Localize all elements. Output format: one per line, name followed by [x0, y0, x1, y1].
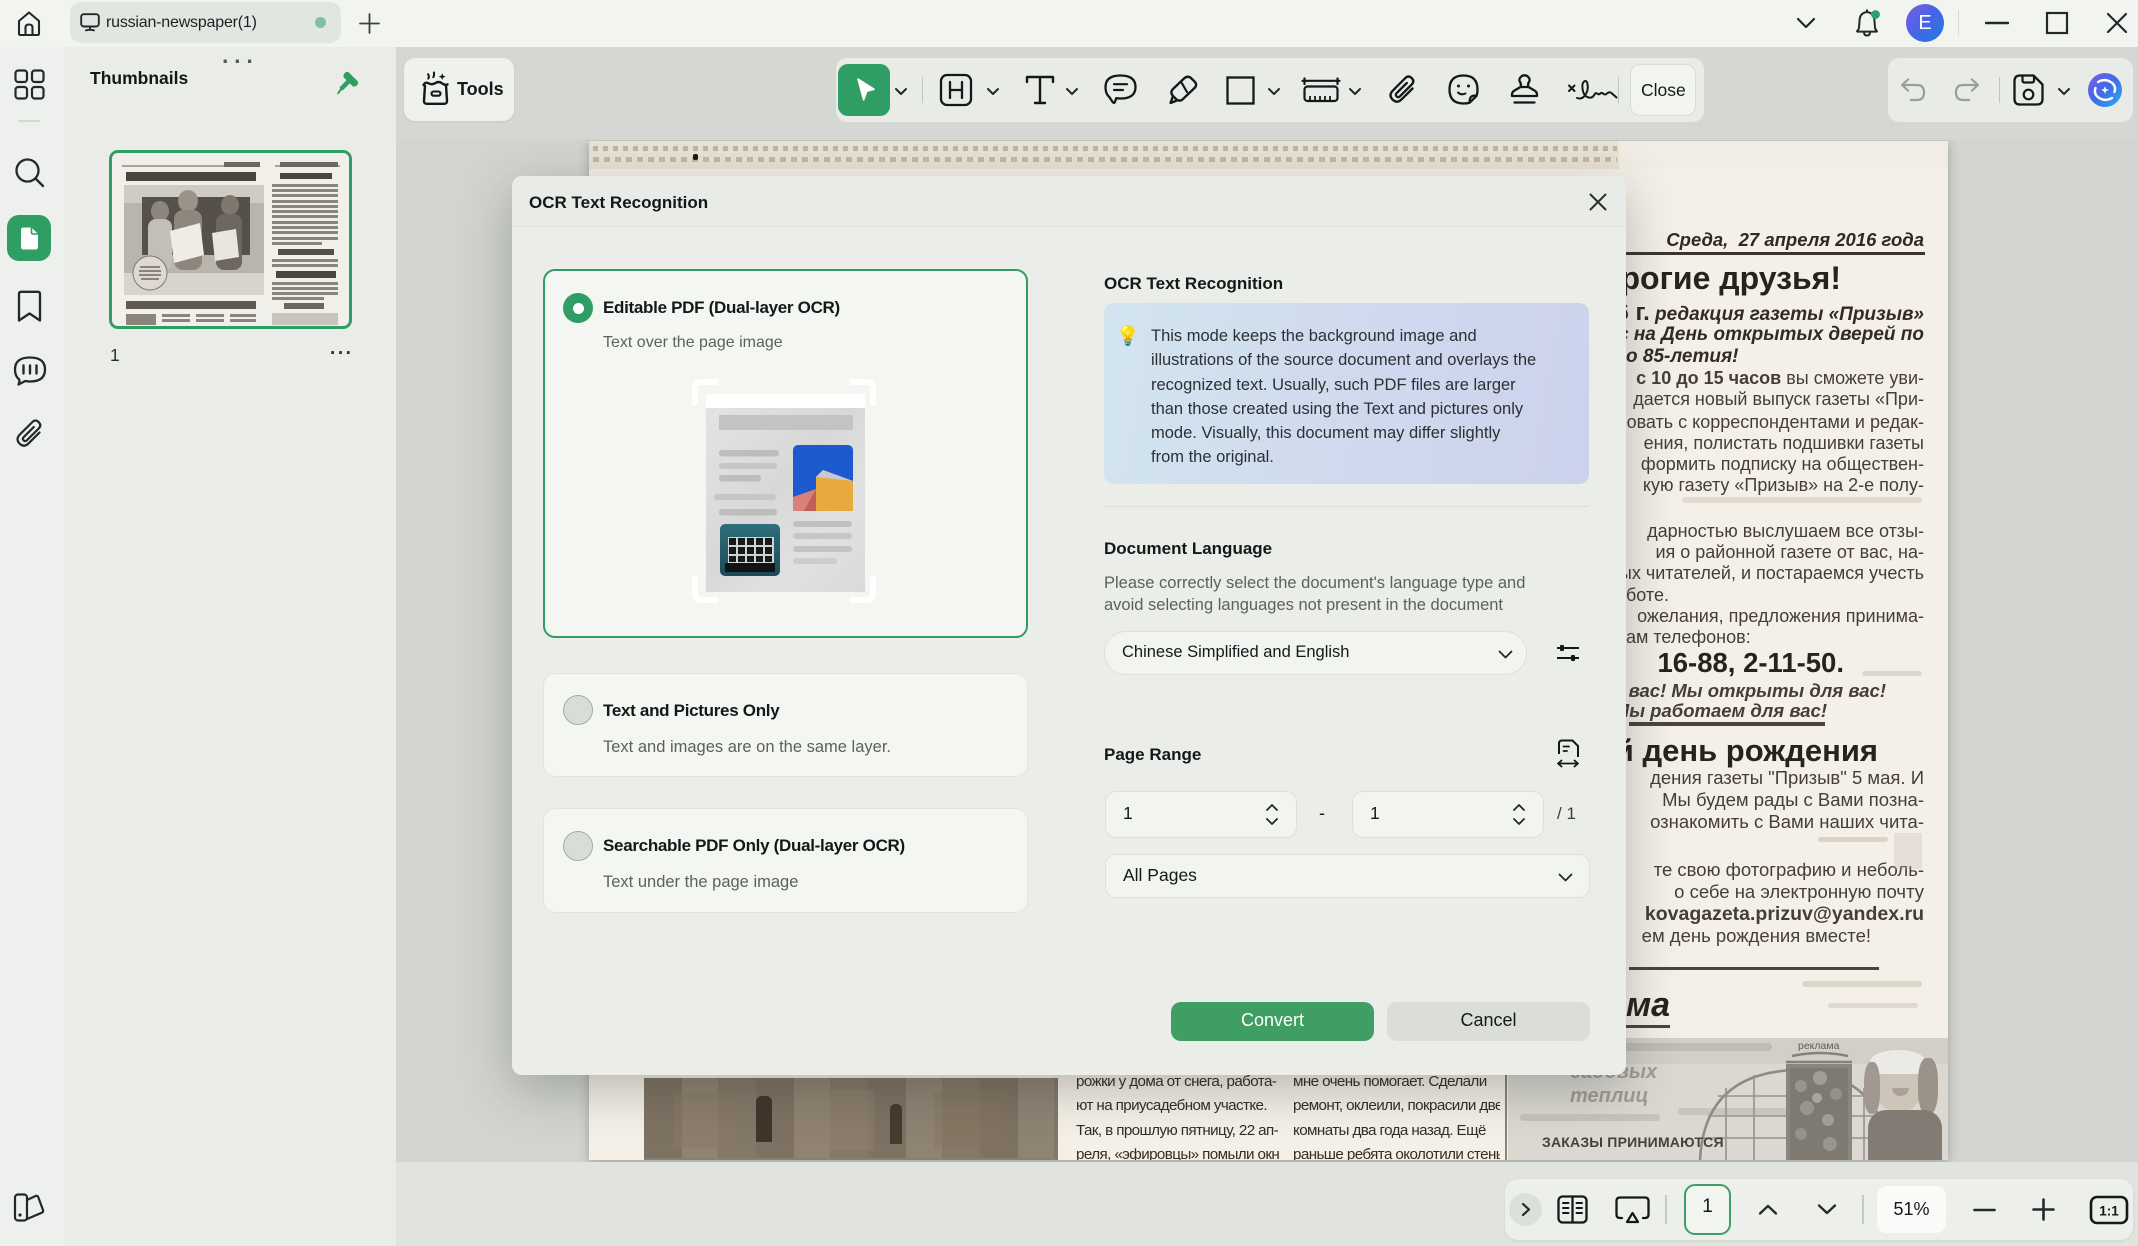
svg-text:1:1: 1:1: [2099, 1204, 2119, 1219]
